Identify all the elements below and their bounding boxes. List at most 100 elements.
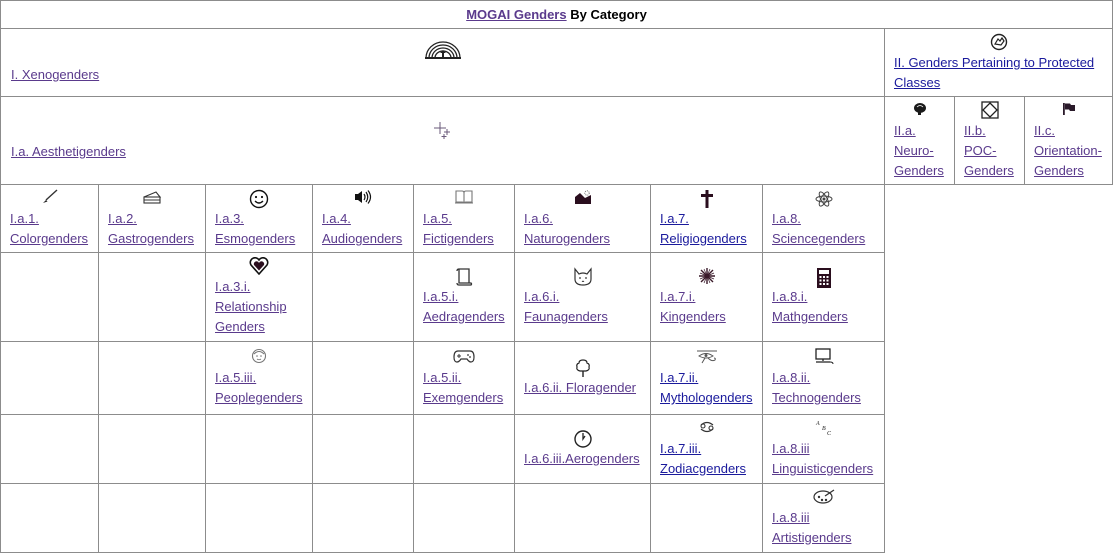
cancer-sign-icon [660,419,753,439]
xenogenders-link[interactable]: I. Xenogenders [11,65,99,85]
esmogenders-link[interactable]: I.a.3. Esmogenders [215,211,295,246]
mathgenders-link[interactable]: I.a.8.i. Mathgenders [772,289,848,324]
empty-cell [205,414,313,484]
faunagenders-link[interactable]: I.a.6.i. Faunagenders [524,289,608,324]
abc-icon: ABC [772,419,875,439]
mythologenders-link[interactable]: I.a.7.ii. Mythologenders [660,370,753,405]
heart-icon [215,256,303,277]
empty-cell [0,252,99,342]
empty-cell [98,252,206,342]
empty-cell [312,414,414,484]
kingenders-link[interactable]: I.a.7.i. Kingenders [660,289,726,324]
neuro-genders-link[interactable]: II.a. Neuro- Genders [894,123,944,178]
palette-icon [772,488,875,508]
face-icon [215,348,303,368]
empty-cell [98,341,206,415]
svg-text:C: C [827,431,832,437]
technogenders-link[interactable]: I.a.8.ii. Technogenders [772,370,861,405]
aedragenders-cell: I.a.5.i. Aedragenders [413,252,515,342]
aesthetigenders-link[interactable]: I.a. Aesthetigenders [11,142,126,162]
aerogenders-cell: I.a.6.iii.Aerogenders [514,414,651,484]
peoplegenders-cell: I.a.5.iii. Peoplegenders [205,341,313,415]
book-icon [423,189,505,209]
protected-classes-link[interactable]: II. Genders Pertaining to Protected Clas… [894,55,1094,90]
exemgenders-link[interactable]: I.a.5.ii. Exemgenders [423,370,503,405]
mathgenders-cell: I.a.8.i. Mathgenders [762,252,885,342]
empty-cell [312,483,414,553]
smiley-icon [215,189,303,209]
speaker-icon [322,189,404,209]
cake-icon [108,189,196,209]
empty-cell [0,483,99,553]
empty-space [885,185,1113,553]
cross-icon [660,189,753,209]
zodiacgenders-cell: I.a.7.iii. Zodiacgenders [650,414,763,484]
floragender-link[interactable]: I.a.6.ii. Floragender [524,380,636,395]
empty-cell [98,483,206,553]
audiogenders-cell: I.a.4. Audiogenders [312,184,414,253]
protected-classes-cell: II. Genders Pertaining to Protected Clas… [884,28,1113,97]
poc-genders-link[interactable]: II.b. POC- Genders [964,123,1014,178]
relationship-genders-cell: I.a.3.i. Relationship Genders [205,252,313,342]
empty-cell [312,252,414,342]
svg-text:A: A [815,421,820,427]
fictigenders-cell: I.a.5. Fictigenders [413,184,515,253]
linguisticgenders-link[interactable]: I.a.8.iii Linguisticgenders [772,441,873,476]
relationship-genders-link[interactable]: I.a.3.i. Relationship Genders [215,279,287,334]
atom-icon [772,189,875,209]
naturogenders-cell: I.a.6. Naturogenders [514,184,651,253]
poc-genders-cell: II.b. POC- Genders [954,96,1025,185]
artistigenders-link[interactable]: I.a.8.iii Artistigenders [772,510,851,545]
cat-icon [524,267,641,287]
paintbrush-icon [10,188,89,209]
fictigenders-link[interactable]: I.a.5. Fictigenders [423,211,494,246]
esmogenders-cell: I.a.3. Esmogenders [205,184,313,253]
scroll-icon [423,267,505,287]
svg-text:B: B [822,426,826,432]
mogai-genders-link[interactable]: MOGAI Genders [466,7,566,22]
empty-cell [205,483,313,553]
religiogenders-link[interactable]: I.a.7. Religiogenders [660,211,747,246]
artistigenders-cell: I.a.8.iii Artistigenders [762,483,885,553]
floragender-cell: I.a.6.ii. Floragender [514,341,651,415]
empty-cell [0,414,99,484]
clock-icon [524,429,641,449]
aerogenders-link[interactable]: I.a.6.iii.Aerogenders [524,451,640,466]
aesthetigenders-cell: I.a. Aesthetigenders [0,96,885,185]
tree-icon [524,358,641,378]
empty-cell [98,414,206,484]
sparkles-icon [1,121,884,141]
eye-of-horus-icon [660,348,753,368]
gamepad-icon [423,348,505,368]
linguisticgenders-cell: ABC I.a.8.iii Linguisticgenders [762,414,885,484]
naturogenders-link[interactable]: I.a.6. Naturogenders [524,211,610,246]
mogai-genders-table: MOGAI Genders By Category I. Xenogenders… [0,0,1113,553]
religiogenders-cell: I.a.7. Religiogenders [650,184,763,253]
computer-icon [772,348,875,368]
gastrogenders-link[interactable]: I.a.2. Gastrogenders [108,211,194,246]
empty-cell [650,483,763,553]
empty-cell [413,414,515,484]
empty-cell [514,483,651,553]
orientation-genders-link[interactable]: II.c. Orientation- Genders [1034,123,1102,178]
sciencegenders-link[interactable]: I.a.8. Sciencegenders [772,211,865,246]
header-suffix: By Category [566,6,647,22]
audiogenders-link[interactable]: I.a.4. Audiogenders [322,211,402,246]
peoplegenders-link[interactable]: I.a.5.iii. Peoplegenders [215,370,302,405]
star-burst-icon [660,267,753,287]
zodiacgenders-link[interactable]: I.a.7.iii. Zodiacgenders [660,441,746,476]
colorgenders-link[interactable]: I.a.1. Colorgenders [10,211,88,246]
empty-cell [0,341,99,415]
colorgenders-cell: I.a.1. Colorgenders [0,184,99,253]
aedragenders-link[interactable]: I.a.5.i. Aedragenders [423,289,505,324]
empty-cell [312,341,414,415]
exemgenders-cell: I.a.5.ii. Exemgenders [413,341,515,415]
diamond-icon [964,100,1015,121]
kingenders-cell: I.a.7.i. Kingenders [650,252,763,342]
mythologenders-cell: I.a.7.ii. Mythologenders [650,341,763,415]
fist-icon [894,33,1103,53]
faunagenders-cell: I.a.6.i. Faunagenders [514,252,651,342]
neuro-genders-cell: II.a. Neuro- Genders [884,96,955,185]
calculator-icon [772,267,875,288]
flag-icon [1034,101,1103,121]
